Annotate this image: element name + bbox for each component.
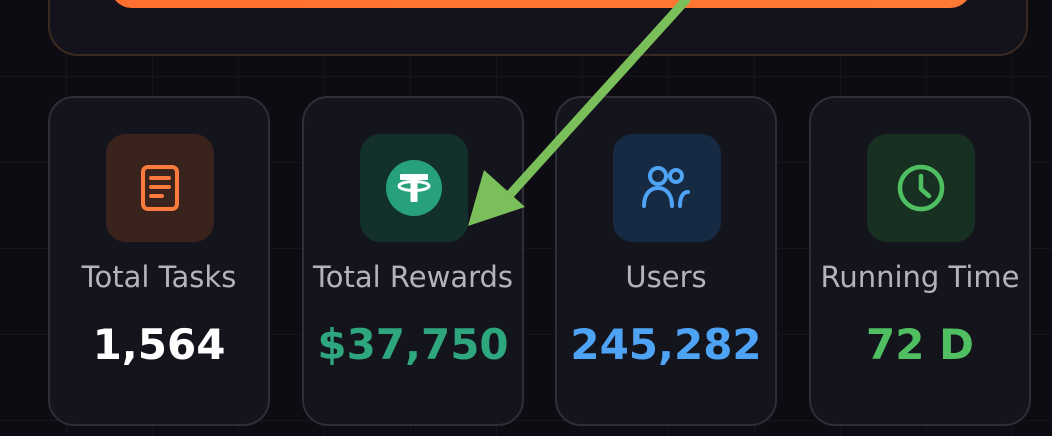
stat-card-total-tasks: Total Tasks 1,564 xyxy=(48,96,270,426)
users-icon xyxy=(642,166,690,208)
stat-card-running-time: Running Time 72 D xyxy=(809,96,1031,426)
users-value: 245,282 xyxy=(570,320,762,369)
total-rewards-label: Total Rewards xyxy=(312,260,514,294)
stat-card-users: Users 245,282 xyxy=(555,96,777,426)
total-rewards-icon-tile xyxy=(360,134,468,242)
total-rewards-value: $37,750 xyxy=(317,320,509,369)
clock-icon xyxy=(897,164,945,212)
dashboard-page: Total Tasks 1,564 Total Rewards $37,750 … xyxy=(0,0,1052,436)
stat-card-total-rewards: Total Rewards $37,750 xyxy=(302,96,524,426)
total-tasks-label: Total Tasks xyxy=(81,260,237,294)
total-tasks-icon-tile xyxy=(106,134,214,242)
total-tasks-value: 1,564 xyxy=(92,320,226,369)
tether-icon xyxy=(386,160,442,216)
running-time-label: Running Time xyxy=(820,260,1020,294)
users-label: Users xyxy=(625,260,707,294)
document-icon xyxy=(141,165,179,211)
top-panel xyxy=(48,0,1028,56)
running-time-icon-tile xyxy=(867,134,975,242)
running-time-value: 72 D xyxy=(866,320,974,369)
users-icon-tile xyxy=(613,134,721,242)
primary-action-button[interactable] xyxy=(110,0,972,8)
